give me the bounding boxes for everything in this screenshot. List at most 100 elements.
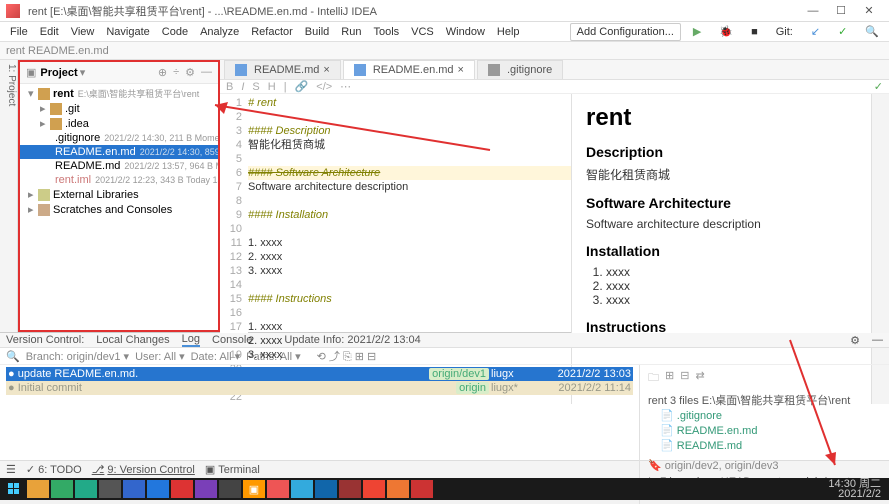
left-gutter[interactable]: 1: Project <box>0 60 18 332</box>
run-icon[interactable]: ▶ <box>687 23 707 40</box>
strike-icon[interactable]: S <box>252 81 259 93</box>
taskbar-app[interactable] <box>123 480 145 498</box>
preview-arch-heading: Software Architecture <box>586 195 857 211</box>
editor-tab-gitignore[interactable]: .gitignore <box>477 60 563 79</box>
menu-help[interactable]: Help <box>491 24 526 40</box>
breadcrumb-text[interactable]: rent README.en.md <box>6 45 109 57</box>
menu-edit[interactable]: Edit <box>34 24 65 40</box>
commit-file[interactable]: 📄 README.md <box>660 438 881 453</box>
taskbar-app[interactable] <box>267 480 289 498</box>
link-icon[interactable]: 🔗 <box>295 80 309 93</box>
close-icon[interactable]: × <box>323 64 329 76</box>
menu-run[interactable]: Run <box>335 24 367 40</box>
search-icon[interactable]: 🔍 <box>6 350 20 363</box>
debug-icon[interactable]: 🐞 <box>713 23 739 40</box>
system-clock[interactable]: 14:30 周二2021/2/2 <box>828 479 887 499</box>
taskbar-app[interactable] <box>99 480 121 498</box>
menu-navigate[interactable]: Navigate <box>100 24 155 40</box>
tree-file-readme[interactable]: README.md2021/2/2 13:57, 964 B Moments a… <box>20 159 218 173</box>
hide-icon[interactable]: — <box>201 66 212 79</box>
start-button[interactable] <box>3 480 25 498</box>
more-icon[interactable]: ⋯ <box>340 80 351 93</box>
taskbar-app[interactable] <box>51 480 73 498</box>
code-icon[interactable]: </> <box>316 81 332 93</box>
preview-install-heading: Installation <box>586 243 857 259</box>
taskbar-app[interactable] <box>27 480 49 498</box>
git-update-icon[interactable]: ↙ <box>805 23 826 40</box>
close-button[interactable]: ✕ <box>855 4 883 17</box>
taskbar-app[interactable] <box>411 480 433 498</box>
maximize-button[interactable]: ☐ <box>827 4 855 17</box>
menu-vcs[interactable]: VCS <box>405 24 440 40</box>
branch-filter[interactable]: Branch: origin/dev1 ▾ <box>26 350 129 363</box>
editor-content[interactable]: # rent #### Description智能化租赁商城 #### Soft… <box>248 94 571 404</box>
editor-tab-readme-en[interactable]: README.en.md× <box>343 60 475 79</box>
taskbar-app[interactable]: ▣ <box>243 480 265 498</box>
commit-row[interactable]: ● Initial commit origin liugx* 2021/2/2 … <box>6 381 633 395</box>
search-icon[interactable]: 🔍 <box>859 23 885 40</box>
vcs-tab-local-changes[interactable]: Local Changes <box>96 334 169 346</box>
hide-icon[interactable]: — <box>872 334 883 346</box>
menu-refactor[interactable]: Refactor <box>245 24 299 40</box>
collapse-icon[interactable]: ⊟ <box>680 369 689 388</box>
taskbar-app[interactable] <box>195 480 217 498</box>
tree-folder-git[interactable]: ▸.git <box>20 101 218 116</box>
stop-icon[interactable]: ■ <box>745 24 764 40</box>
target-icon[interactable]: ⊕ <box>158 66 167 79</box>
tree-folder-idea[interactable]: ▸.idea <box>20 116 218 131</box>
taskbar-app[interactable] <box>363 480 385 498</box>
project-header-label[interactable]: Project <box>40 67 77 79</box>
menu-build[interactable]: Build <box>299 24 335 40</box>
commit-files-root[interactable]: rent 3 files E:\桌面\智能共享租赁平台\rent <box>648 392 881 408</box>
tree-file-gitignore[interactable]: .gitignore2021/2/2 14:30, 211 B Moments … <box>20 131 218 145</box>
vcs-tab-label: Version Control: <box>6 334 84 346</box>
tree-root[interactable]: ▾rentE:\桌面\智能共享租赁平台\rent <box>20 86 218 101</box>
taskbar-app[interactable] <box>291 480 313 498</box>
menu-analyze[interactable]: Analyze <box>194 24 245 40</box>
taskbar-app[interactable] <box>75 480 97 498</box>
vcs-tab-console[interactable]: Console <box>212 334 252 346</box>
menu-tools[interactable]: Tools <box>367 24 405 40</box>
tree-icon[interactable]: 🗀 <box>648 369 659 388</box>
tree-scratches[interactable]: ▸Scratches and Consoles <box>20 202 218 217</box>
italic-icon[interactable]: I <box>241 81 244 93</box>
taskbar-app[interactable] <box>171 480 193 498</box>
gear-icon[interactable]: ⚙ <box>850 334 860 347</box>
diff-icon[interactable]: ⇄ <box>695 369 704 388</box>
collapse-icon[interactable]: ÷ <box>173 66 179 79</box>
editor-tabs: README.md× README.en.md× .gitignore <box>220 60 889 80</box>
vcs-tab-log[interactable]: Log <box>182 333 200 347</box>
git-commit-icon[interactable]: ✓ <box>832 23 853 40</box>
chevron-down-icon[interactable]: ▾ <box>80 66 86 79</box>
tree-file-readme-en[interactable]: README.en.md2021/2/2 14:30, 859 B 3 minu… <box>20 145 218 159</box>
gear-icon[interactable]: ⚙ <box>185 66 195 79</box>
commit-row[interactable]: ● update README.en.md. origin/dev1 liugx… <box>6 367 633 381</box>
windows-taskbar[interactable]: ▣ 14:30 周二2021/2/2 <box>0 478 889 500</box>
menu-code[interactable]: Code <box>156 24 194 40</box>
taskbar-app[interactable] <box>147 480 169 498</box>
taskbar-app[interactable] <box>315 480 337 498</box>
taskbar-app[interactable] <box>387 480 409 498</box>
menu-window[interactable]: Window <box>440 24 491 40</box>
commit-file[interactable]: 📄 .gitignore <box>660 408 881 423</box>
date-filter[interactable]: Date: All ▾ <box>191 350 241 363</box>
project-tree[interactable]: ▾rentE:\桌面\智能共享租赁平台\rent ▸.git ▸.idea .g… <box>20 84 218 219</box>
minimize-button[interactable]: — <box>799 5 827 17</box>
commit-file[interactable]: 📄 README.en.md <box>660 423 881 438</box>
user-filter[interactable]: User: All ▾ <box>135 350 185 363</box>
bold-icon[interactable]: B <box>226 81 233 93</box>
add-configuration-button[interactable]: Add Configuration... <box>570 23 681 41</box>
preview-install-list: xxxx xxxx xxxx <box>586 265 857 307</box>
tree-file-iml[interactable]: rent.iml2021/2/2 12:23, 343 B Today 13:0… <box>20 173 218 187</box>
close-icon[interactable]: × <box>458 64 464 76</box>
tree-external-libraries[interactable]: ▸External Libraries <box>20 187 218 202</box>
preview-desc-text: 智能化租赁商城 <box>586 166 857 183</box>
expand-icon[interactable]: ⊞ <box>665 369 674 388</box>
taskbar-app[interactable] <box>339 480 361 498</box>
menu-file[interactable]: File <box>4 24 34 40</box>
project-dropdown-icon[interactable]: ▣ <box>26 66 36 79</box>
taskbar-app[interactable] <box>219 480 241 498</box>
editor-tab-readme-md[interactable]: README.md× <box>224 60 341 79</box>
menu-view[interactable]: View <box>65 24 101 40</box>
header-icon[interactable]: H <box>268 81 276 93</box>
